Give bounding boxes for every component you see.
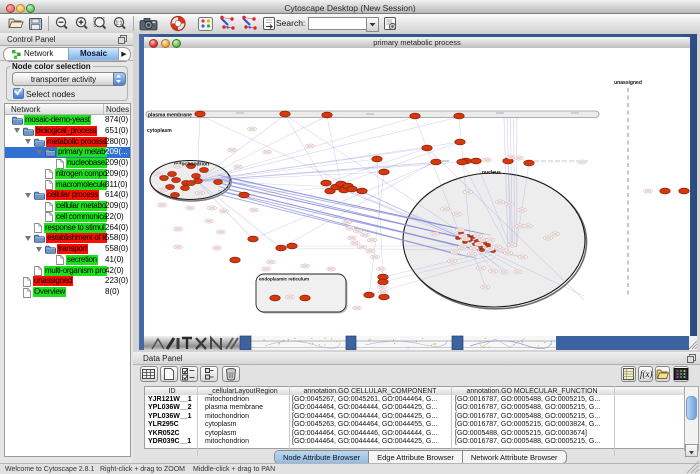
svg-text:nucleus: nucleus xyxy=(482,170,501,176)
svg-text:cytoplasm: cytoplasm xyxy=(147,128,172,134)
svg-text:1:1: 1:1 xyxy=(116,21,123,27)
svg-text:f(x): f(x) xyxy=(640,369,652,379)
svg-text:plasma membrane: plasma membrane xyxy=(148,113,192,119)
svg-text:Search:: Search: xyxy=(276,18,305,28)
svg-text:endoplasmic reticulum: endoplasmic reticulum xyxy=(259,277,309,282)
svg-text:unassigned: unassigned xyxy=(614,80,642,86)
